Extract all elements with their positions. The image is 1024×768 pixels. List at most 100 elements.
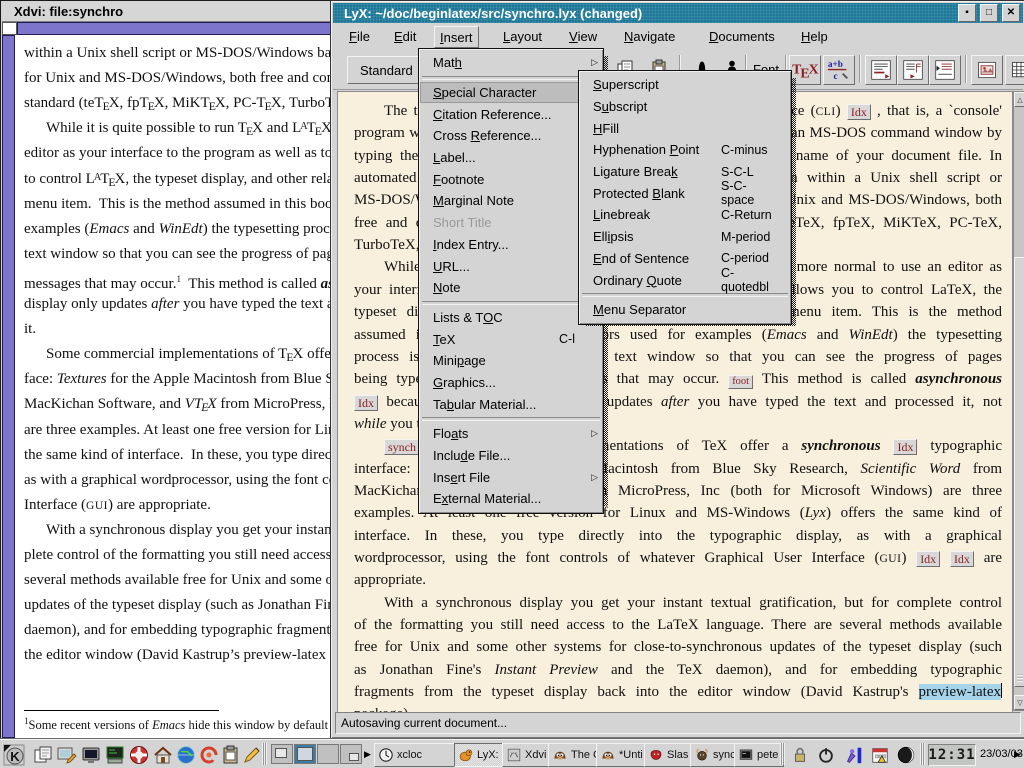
menu-item-index-entry[interactable]: Index Entry... [420,234,602,256]
launcher-globe-icon[interactable] [174,743,198,766]
footnote-icon [870,59,892,81]
menu-item-superscript[interactable]: Superscript [580,74,790,96]
tray-power-icon[interactable] [814,743,838,766]
menubar-help[interactable]: Help [796,26,833,46]
panel-hide-arrow[interactable]: ▶ [1014,749,1021,760]
inset-button[interactable]: Idx [847,104,871,120]
inset-button[interactable]: Idx [893,439,917,455]
digital-clock[interactable]: 12:31 [928,744,976,766]
xdvi-horizontal-scrollbar[interactable] [17,22,347,35]
tray-lock-icon[interactable] [788,743,812,766]
menu-item-include-file[interactable]: Include File... [420,445,602,467]
menu-item-footnote[interactable]: Footnote [420,168,602,190]
menu-shortcut: C-quotedbl [721,266,775,294]
minimize-button[interactable]: ▪ [958,4,976,22]
task-xdvi[interactable]: Xdvi [502,743,554,767]
tray-moon-icon[interactable] [894,743,918,766]
inset-button[interactable]: synch [384,439,420,455]
menu-item-cross-reference[interactable]: Cross Reference... [420,125,602,147]
inset-button[interactable]: foot [728,375,753,389]
launcher-terminal-icon[interactable] [79,743,103,766]
menu-item-ordinary-quote[interactable]: Ordinary QuoteC-quotedbl [580,269,790,291]
menu-item-lists-toc[interactable]: Lists & TOC▷ [420,307,602,329]
menu-item-insert-file[interactable]: Insert File▷ [420,466,602,488]
menu-item-floats[interactable]: Floats▷ [420,423,602,445]
menu-item-math[interactable]: Math▷ [420,52,602,74]
launcher-window-list-icon[interactable] [31,743,55,766]
taskbar-scroll-arrow[interactable]: ▶ [364,749,371,760]
task-lyx[interactable]: LyX: [454,743,508,767]
panel-handle[interactable] [780,743,785,765]
toolbar-footnote-icon[interactable] [865,55,897,85]
menu-item-citation-reference[interactable]: Citation Reference... [420,103,602,125]
menu-item-url[interactable]: URL... [420,255,602,277]
menu-item-menu-separator[interactable]: Menu Separator [580,299,790,321]
launcher-editor-icon[interactable] [240,743,264,766]
menu-item-hyphenation-point[interactable]: Hyphenation PointC-minus [580,139,790,161]
menu-item-label: Menu Separator [593,302,721,317]
task-sync[interactable]: sync [690,743,740,767]
tray-organizer-icon[interactable] [868,743,892,766]
inset-button[interactable]: Idx [916,551,940,567]
toolbar-math-icon[interactable]: a+bc [823,55,855,85]
xdvi-titlebar[interactable]: Xdvi: file:synchro [2,2,347,22]
launcher-help-icon[interactable] [127,743,151,766]
tray-klipper-icon[interactable] [842,743,866,766]
menubar-navigate[interactable]: Navigate [619,26,680,46]
toolbar-depth-icon[interactable] [929,55,961,85]
menu-item-tex[interactable]: TeXC-l [420,328,602,350]
menu-item-label[interactable]: Label... [420,147,602,169]
panel-handle[interactable] [262,743,267,765]
close-button[interactable]: ✕ [1002,4,1020,22]
launcher-console-icon[interactable] [103,743,127,766]
menu-item-external-material[interactable]: External Material... [420,488,602,510]
launcher-home-icon[interactable] [151,743,175,766]
scroll-up-button[interactable]: △ [1014,92,1024,107]
task-label: LyX: [477,749,499,761]
menu-item-tabular-material[interactable]: Tabular Material... [420,393,602,415]
task-slas[interactable]: Slas [644,743,696,767]
launcher-k-menu-icon[interactable]: K [2,743,26,766]
task-label: pete [757,749,778,761]
document-line: fragments from the typeset display back … [354,681,1002,704]
menubar-view[interactable]: View [564,26,602,46]
menu-item-short-title[interactable]: Short Title [420,212,602,234]
menu-item-note[interactable]: Note [420,277,602,299]
toolbar-margin-icon[interactable] [897,55,929,85]
menu-item-minipage[interactable]: Minipage [420,350,602,372]
toolbar-figure-icon[interactable] [971,55,1003,85]
menubar-file[interactable]: File [344,26,375,46]
menu-item-graphics[interactable]: Graphics... [420,372,602,394]
menu-item-special-character[interactable]: Special Character▷ [420,82,602,104]
launcher-mail-icon[interactable] [197,743,221,766]
inset-button[interactable]: Idx [950,551,974,567]
menu-item-linebreak[interactable]: LinebreakC-Return [580,204,790,226]
panel-handle[interactable] [920,743,925,765]
xdvi-vertical-scrollbar[interactable] [2,35,15,738]
pager-desktop-4[interactable] [340,744,362,764]
lyx-titlebar[interactable]: LyX: ~/doc/beginlatex/src/synchro.lyx (c… [333,3,1023,23]
menu-item-subscript[interactable]: Subscript [580,96,790,118]
task-xcloc[interactable]: xcloc [374,743,460,767]
task-pete[interactable]: pete◀ [734,743,784,767]
pager-desktop-3[interactable] [317,744,339,764]
menubar-layout[interactable]: Layout [498,26,547,46]
maximize-button[interactable]: □ [980,4,998,22]
menu-item-ellipsis[interactable]: EllipsisM-period [580,226,790,248]
menubar-edit[interactable]: Edit [389,26,421,46]
pager-desktop-2[interactable] [294,744,316,764]
pager-desktop-1[interactable] [271,744,293,764]
launcher-desktop-icon[interactable] [55,743,79,766]
menu-item-protected-blank[interactable]: Protected BlankS-C-space [580,182,790,204]
task-unti[interactable]: *Unti [596,743,650,767]
document-scrollbar[interactable]: △ ▽ [1013,91,1024,711]
menu-item-marginal-note[interactable]: Marginal Note [420,190,602,212]
menubar-insert[interactable]: Insert [434,26,479,48]
scroll-down-button[interactable]: ▽ [1014,695,1024,710]
scrollbar-thumb[interactable] [1014,257,1024,687]
menubar-documents[interactable]: Documents [704,26,780,46]
inset-button[interactable]: Idx [354,395,378,411]
task-the-g[interactable]: The G [548,743,602,767]
menu-item-hfill[interactable]: HFill [580,117,790,139]
toolbar-table-icon[interactable] [1005,55,1024,85]
